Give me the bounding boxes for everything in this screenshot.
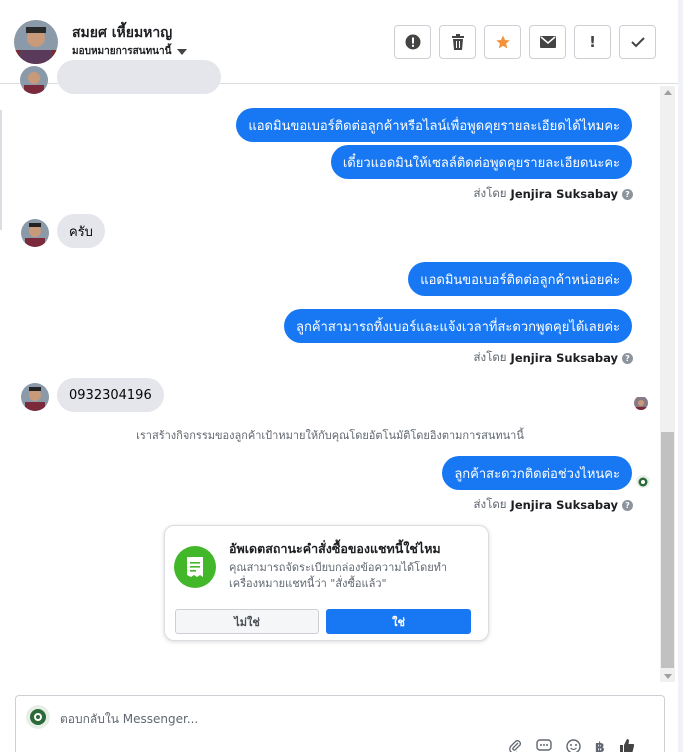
info-icon[interactable]: ? — [622, 352, 633, 364]
done-button[interactable] — [619, 25, 656, 59]
order-status-card: อัพเดตสถานะคำสั่งซื้อของแชทนี้ใช่ไหม คุณ… — [164, 525, 489, 641]
card-title: อัพเดตสถานะคำสั่งซื้อของแชทนี้ใช่ไหม — [229, 541, 441, 556]
card-description: คุณสามารถจัดระเบียบกล่องข้อความได้โดยทำเ… — [229, 561, 448, 590]
sent-by-label: ส่งโดย Jenjira Suksabay ? — [474, 185, 633, 203]
message-bubble-outgoing: ลูกค้าสามารถทิ้งเบอร์และแจ้งเวลาที่สะดวก… — [284, 309, 632, 343]
sent-by-label: ส่งโดย Jenjira Suksabay ? — [474, 496, 633, 514]
caret-down-icon — [177, 48, 188, 55]
message-bubble-incoming: 0932304196 — [57, 378, 164, 412]
check-icon — [630, 37, 645, 48]
sent-by-label: ส่งโดย Jenjira Suksabay ? — [474, 349, 633, 367]
customer-avatar-small — [21, 383, 49, 411]
message-bubble-partial — [57, 60, 221, 94]
composer-toolbar: ฿ — [508, 738, 635, 752]
exclamation-icon: ! — [589, 33, 596, 51]
message-bubble-incoming: ครับ — [57, 214, 105, 248]
customer-avatar-small — [20, 66, 48, 94]
envelope-icon — [539, 36, 556, 48]
yes-button[interactable]: ใช่ — [326, 609, 471, 634]
sent-by-name: Jenjira Suksabay — [510, 351, 618, 365]
alert-button[interactable] — [394, 25, 431, 59]
message-bubble-outgoing: แอดมินขอเบอร์ติดต่อลูกค้าหน่อยค่ะ — [408, 262, 632, 296]
seen-avatar — [634, 396, 648, 410]
reply-input[interactable]: ตอบกลับใน Messenger... — [60, 710, 198, 729]
right-edge — [678, 0, 683, 752]
left-divider — [0, 110, 2, 230]
customer-name: สมยศ เหี้ยมหาญ — [72, 25, 173, 41]
delete-button[interactable] — [439, 25, 476, 59]
message-bubble-outgoing: แอดมินขอเบอร์ติดต่อลูกค้าหรือไลน์เพื่อพู… — [236, 108, 632, 142]
email-button[interactable] — [529, 25, 566, 59]
receipt-icon — [174, 546, 216, 588]
message-bubble-outgoing: ลูกค้าสะดวกติดต่อช่วงไหนคะ — [442, 456, 632, 490]
sent-by-prefix: ส่งโดย — [473, 350, 507, 364]
message-bubble-outgoing: เดี๋ยวแอดมินให้เซลล์ติดต่อพูดคุยรายละเอี… — [330, 145, 632, 179]
baht-payment-icon[interactable]: ฿ — [595, 740, 605, 752]
page-avatar — [26, 705, 50, 729]
customer-avatar-small — [21, 219, 49, 247]
sent-by-prefix: ส่งโดย — [473, 186, 507, 200]
page-seen-avatar — [636, 474, 650, 488]
header-actions: ! — [394, 25, 656, 59]
no-button[interactable]: ไม่ใช่ — [175, 609, 319, 634]
scrollbar-thumb[interactable] — [661, 432, 674, 668]
thumbs-up-icon[interactable] — [619, 738, 635, 752]
info-icon[interactable]: ? — [622, 499, 633, 511]
scroll-up-arrow-icon[interactable] — [664, 90, 672, 95]
assign-label: มอบหมายการสนทนานี้ — [72, 46, 172, 57]
sent-by-prefix: ส่งโดย — [473, 497, 507, 511]
alert-circle-icon — [405, 34, 420, 50]
star-icon — [495, 35, 510, 49]
info-icon[interactable]: ? — [622, 188, 633, 200]
assign-conversation-dropdown[interactable]: มอบหมายการสนทนานี้ — [72, 44, 188, 59]
star-button[interactable] — [484, 25, 521, 59]
reply-composer[interactable]: ตอบกลับใน Messenger... ฿ — [15, 695, 665, 752]
attachment-icon[interactable] — [508, 739, 522, 752]
emoji-icon[interactable] — [566, 738, 581, 752]
sent-by-name: Jenjira Suksabay — [510, 187, 618, 201]
scroll-down-arrow-icon[interactable] — [664, 674, 672, 679]
sent-by-name: Jenjira Suksabay — [510, 498, 618, 512]
saved-replies-icon[interactable] — [536, 739, 552, 752]
customer-avatar[interactable] — [14, 20, 58, 64]
system-notice: เราสร้างกิจกรรมของลูกค้าเป้าหมายให้กับคุ… — [136, 429, 524, 442]
trash-icon — [451, 34, 464, 50]
spam-button[interactable]: ! — [574, 25, 611, 59]
